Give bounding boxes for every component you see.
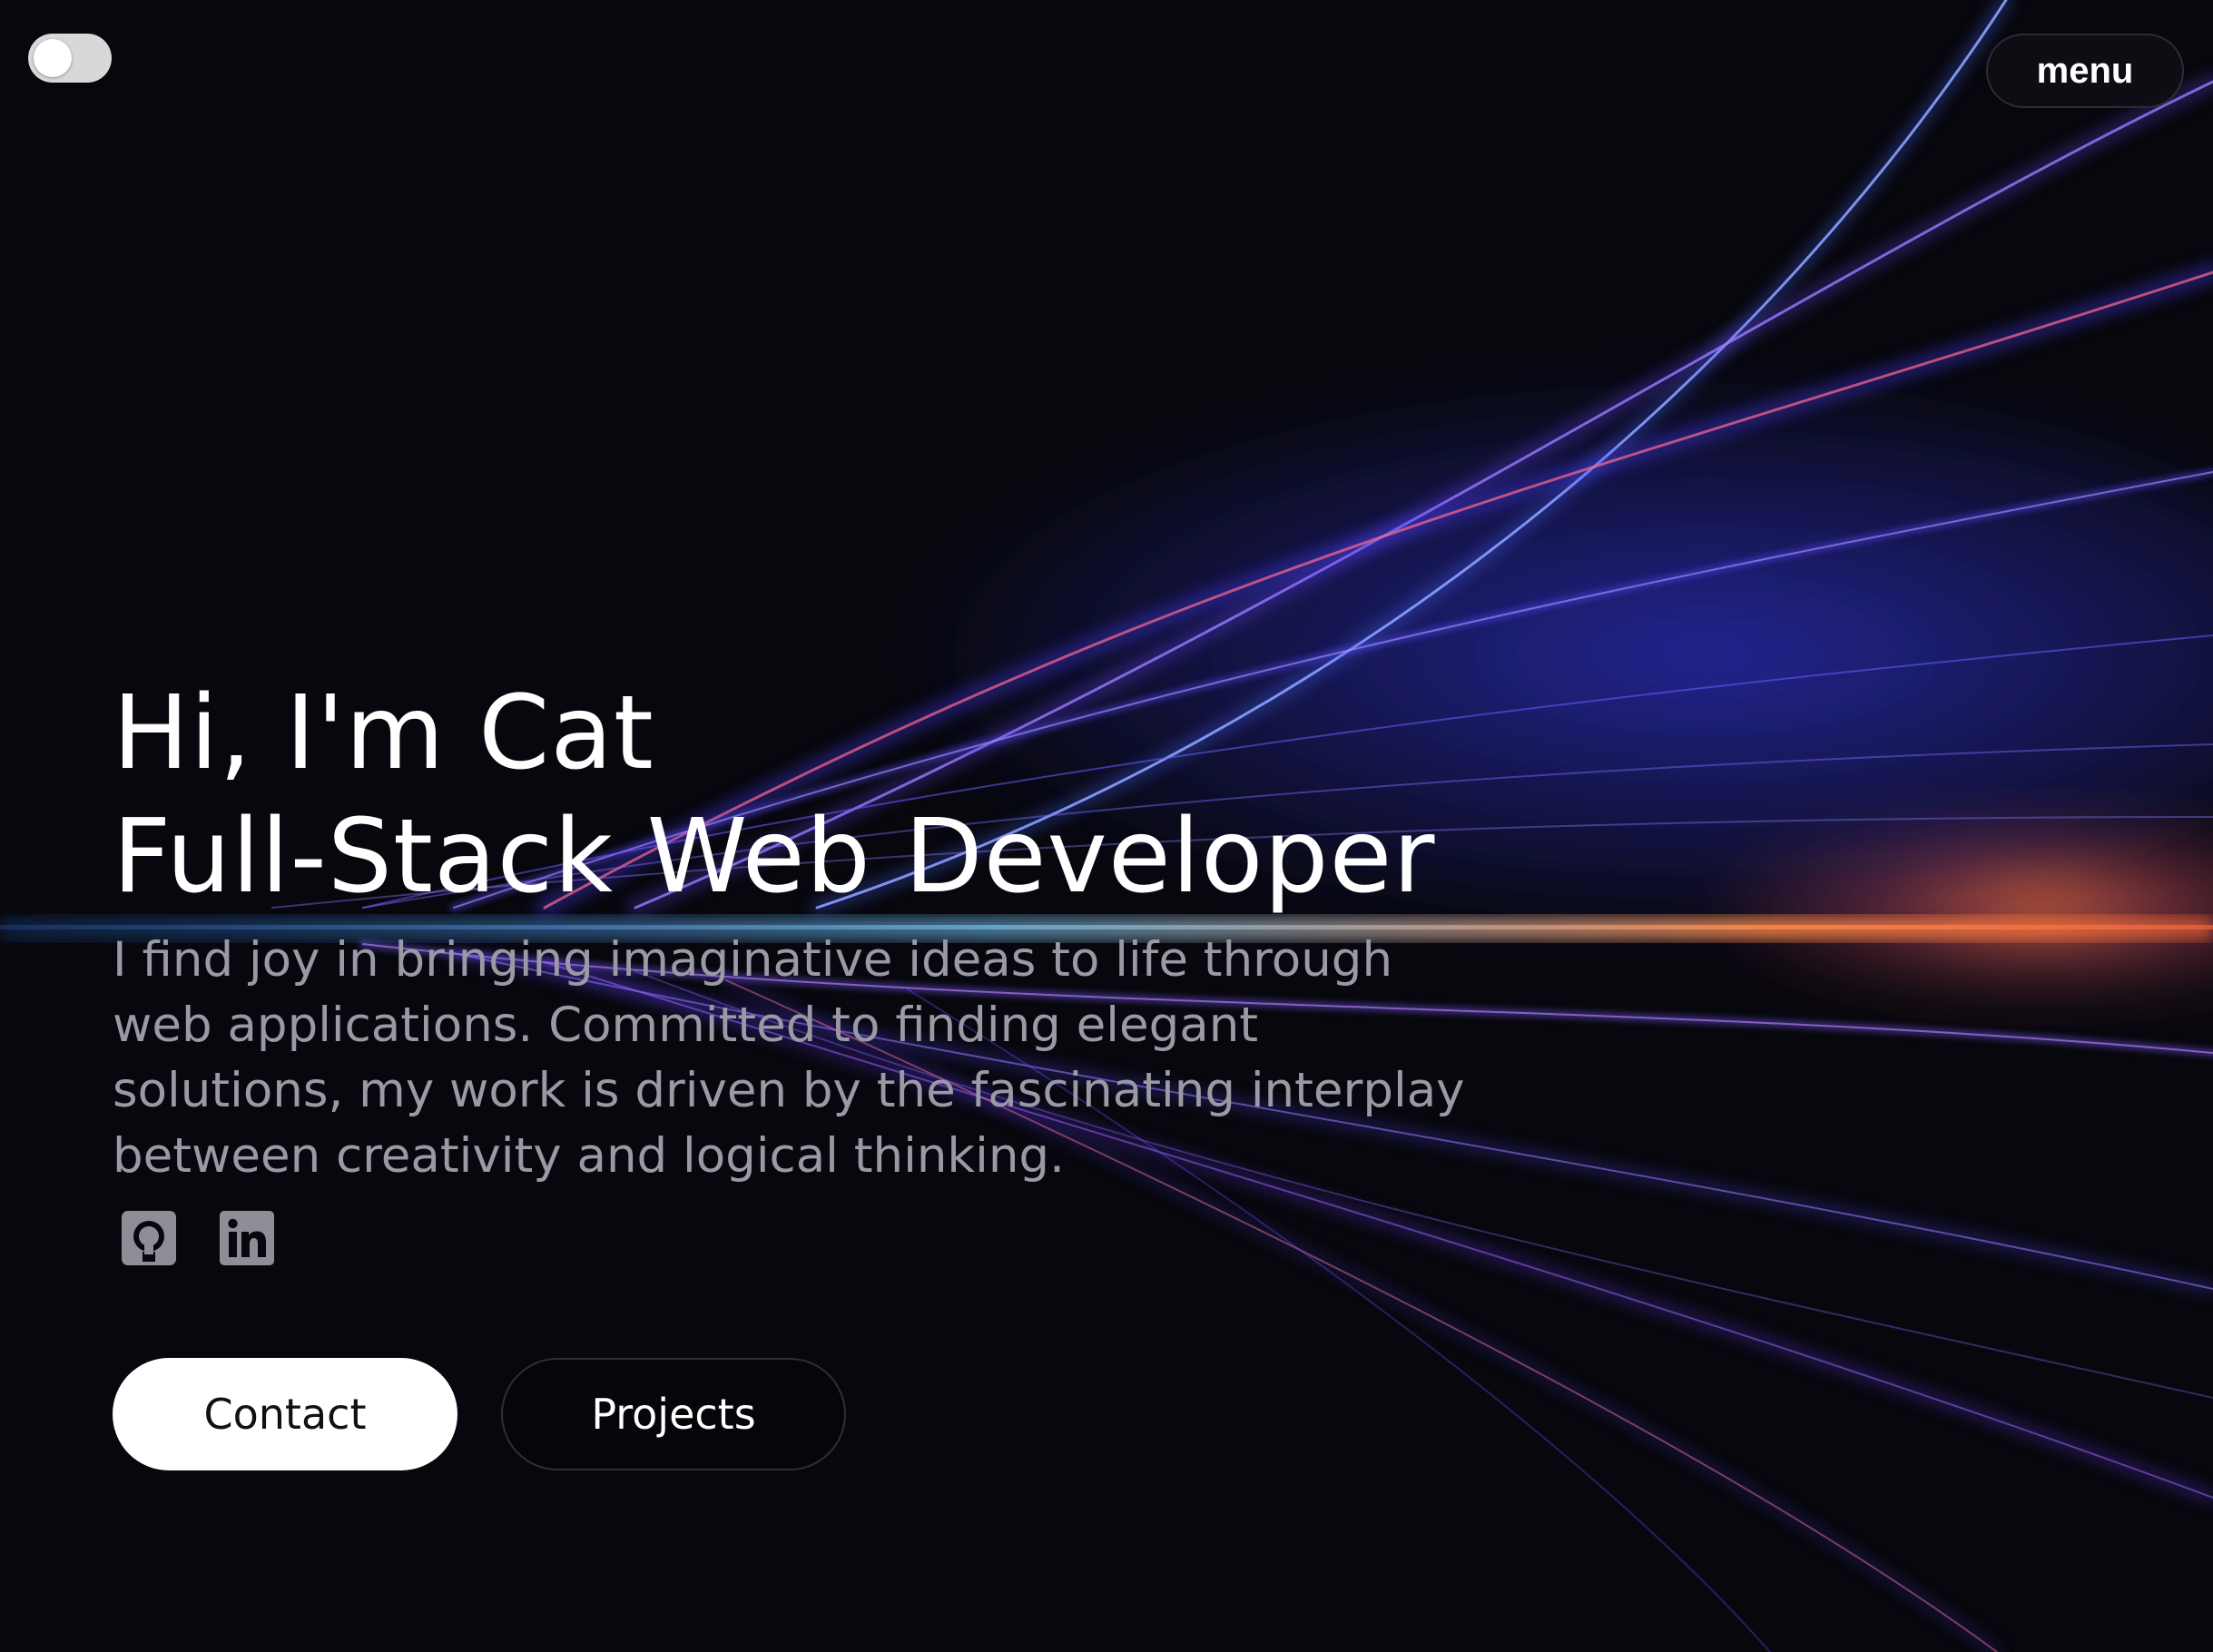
hero-greeting: Hi, I'm Cat (113, 674, 654, 792)
hero-heading: Hi, I'm Cat Full-Stack Web Developer (113, 672, 1529, 919)
cta-buttons: Contact Projects (113, 1358, 1529, 1470)
hero-description: I find joy in bringing imaginative ideas… (113, 932, 1465, 1184)
github-icon[interactable] (120, 1209, 178, 1267)
hero-section: Hi, I'm Cat Full-Stack Web Developer I f… (113, 672, 1529, 1470)
toggle-knob (34, 39, 72, 77)
contact-button[interactable]: Contact (113, 1358, 457, 1470)
hero-role: Full-Stack Web Developer (113, 798, 1436, 916)
theme-toggle[interactable] (28, 34, 112, 83)
social-links (120, 1209, 1529, 1267)
projects-button[interactable]: Projects (501, 1358, 846, 1470)
menu-button[interactable]: menu (1986, 34, 2184, 108)
linkedin-icon[interactable] (218, 1209, 276, 1267)
